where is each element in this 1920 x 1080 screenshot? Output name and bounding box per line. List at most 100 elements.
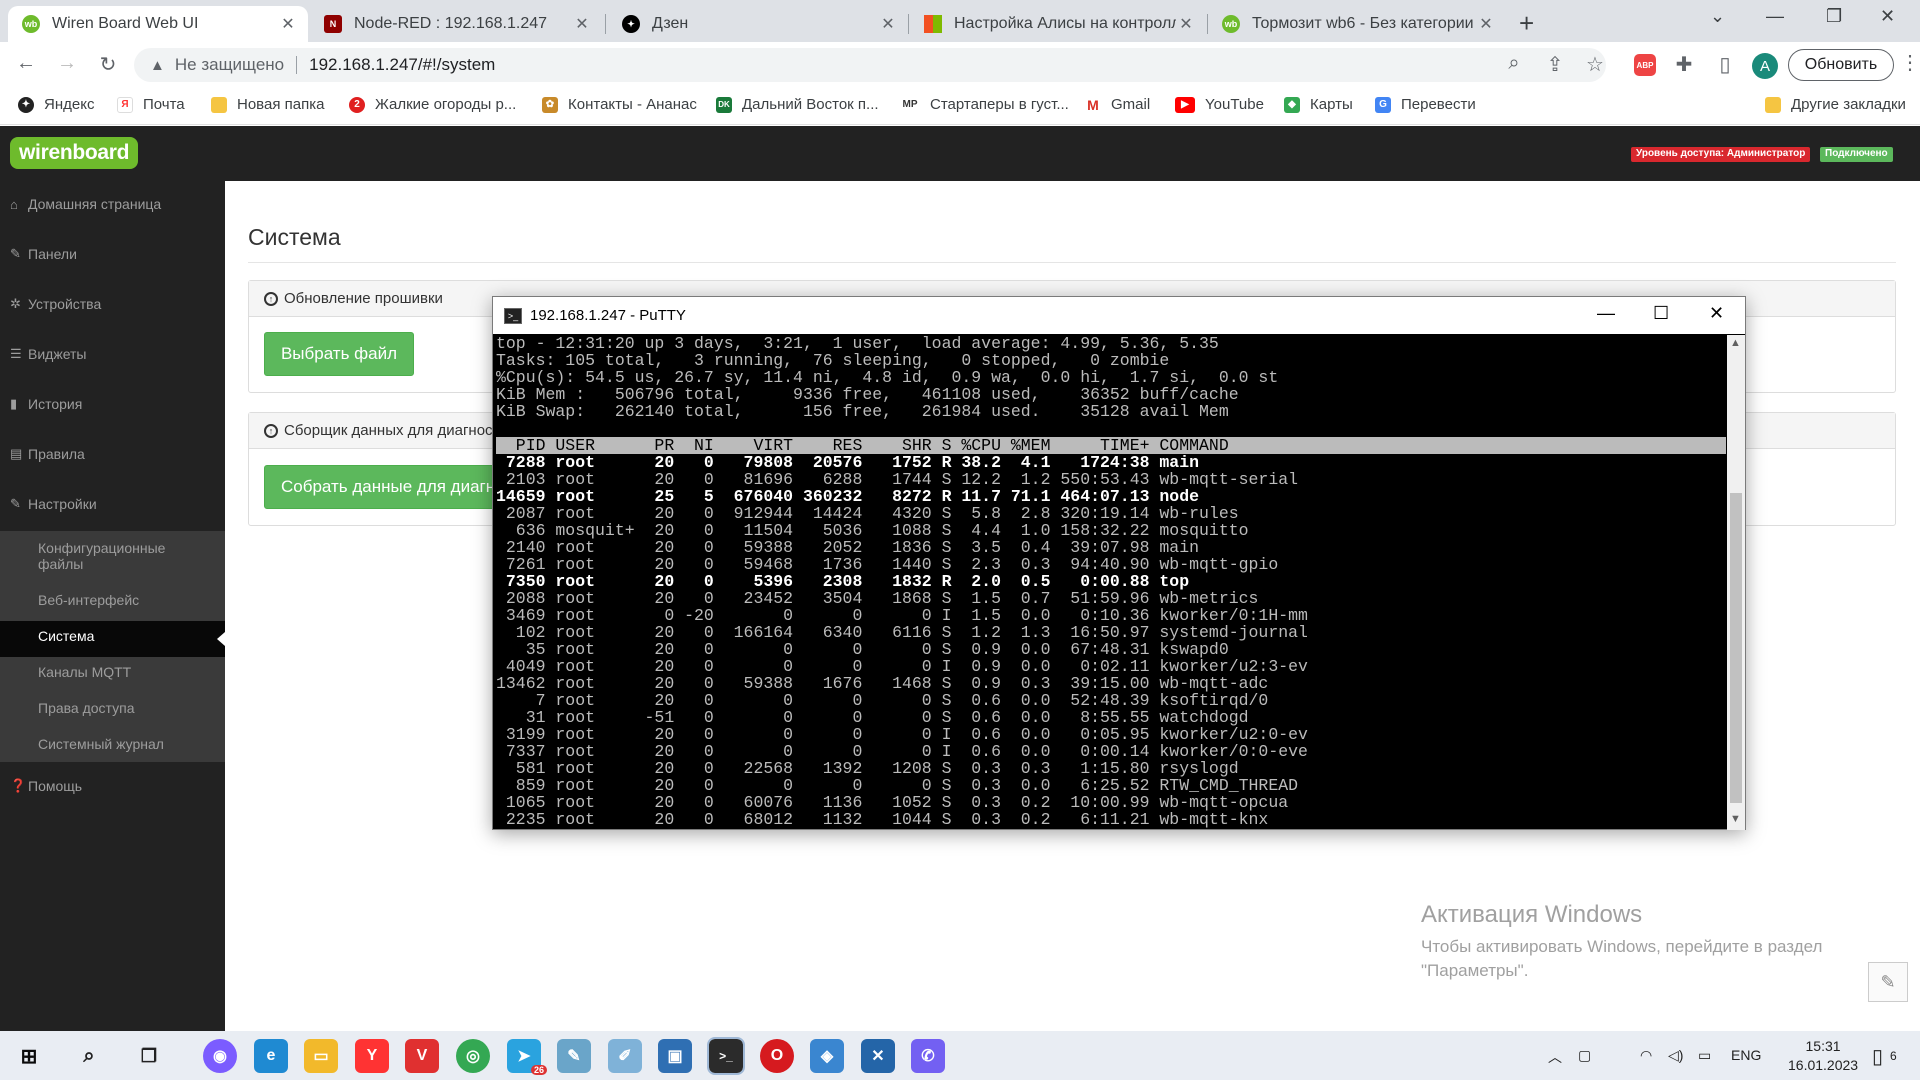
sidebar-item-widgets[interactable]: ☰ Виджеты (10, 346, 87, 362)
choose-file-button[interactable]: Выбрать файл (264, 332, 414, 376)
close-icon[interactable]: ✕ (878, 14, 898, 34)
opera-icon[interactable]: O (760, 1039, 794, 1073)
close-icon[interactable]: ✕ (1476, 14, 1496, 34)
sidebar-item-home[interactable]: ⌂ Домашняя страница (10, 196, 161, 212)
edge-icon[interactable]: e (254, 1039, 288, 1073)
warning-icon[interactable]: ▲ (150, 57, 165, 74)
sidepanel-icon[interactable]: ▯ (1713, 52, 1737, 77)
reload-icon[interactable]: ↻ (96, 52, 120, 77)
notification-count[interactable]: 6 (1890, 1049, 1897, 1063)
bookmark-mail[interactable]: Я Почта (117, 96, 185, 113)
submenu-item-access[interactable]: Права доступа (38, 700, 134, 716)
bookmark-label: Жалкие огороды р... (375, 96, 517, 113)
paint-icon[interactable]: ✐ (608, 1039, 642, 1073)
submenu-item-config-files[interactable]: Конфигурационные файлы (38, 540, 188, 572)
search-icon[interactable]: ⌕ (72, 1039, 106, 1073)
chrome-icon[interactable]: ◎ (456, 1039, 490, 1073)
close-icon[interactable]: ✕ (572, 14, 592, 34)
tab-wb6-slow[interactable]: wb Тормозит wb6 - Без категории ✕ (1208, 6, 1506, 42)
zoom-icon[interactable]: ⌕ (1502, 52, 1526, 75)
maximize-icon[interactable]: ☐ (1653, 303, 1669, 324)
insecure-label[interactable]: Не защищено (175, 55, 284, 75)
bookmark-ananas[interactable]: ✿ Контакты - Ананас (542, 96, 697, 113)
network-icon[interactable]: ◈ (810, 1039, 844, 1073)
bookmark-zhalkie[interactable]: 2 Жалкие огороды р... (349, 96, 516, 113)
star-icon[interactable]: ☆ (1583, 52, 1607, 77)
windows-start-icon[interactable]: ⊞ (12, 1039, 46, 1073)
tab-alice-setup[interactable]: Настройка Алисы на контролле ✕ (910, 6, 1206, 42)
sidebar-item-panels[interactable]: ✎ Панели (10, 246, 77, 262)
tray-network-icon[interactable]: ◠ (1640, 1047, 1652, 1064)
tray-battery-icon[interactable]: ▭ (1698, 1047, 1711, 1064)
sidebar-item-devices[interactable]: ✲ Устройства (10, 296, 101, 312)
close-window-icon[interactable]: ✕ (1880, 6, 1895, 27)
putty-icon[interactable]: >_ (707, 1037, 745, 1075)
alice-icon[interactable]: ◉ (203, 1039, 237, 1073)
putty-titlebar[interactable]: >_ 192.168.1.247 - PuTTY — ☐ ✕ (493, 297, 1745, 334)
bookmark-label: Дальний Восток п... (742, 96, 879, 113)
explorer-icon[interactable]: ▭ (304, 1039, 338, 1073)
vk-icon[interactable]: V (405, 1039, 439, 1073)
scroll-up-icon[interactable]: ▲ (1730, 337, 1741, 349)
viber-icon[interactable]: ✆ (911, 1039, 945, 1073)
minimize-icon[interactable]: — (1597, 303, 1615, 324)
adblock-icon[interactable]: ABP (1634, 54, 1656, 76)
tray-chevron-icon[interactable]: ︿ (1548, 1047, 1562, 1067)
terminal-output[interactable]: top - 12:31:20 up 3 days, 3:21, 1 user, … (494, 335, 1726, 830)
address-bar[interactable]: ▲ Не защищено 192.168.1.247/#!/system (134, 48, 1606, 82)
submenu-item-web-ui[interactable]: Веб-интерфейс (38, 592, 139, 608)
notification-icon[interactable]: ▯ (1872, 1044, 1883, 1069)
update-button[interactable]: Обновить (1788, 49, 1894, 81)
terminal-scrollbar[interactable]: ▲ ▼ (1727, 335, 1745, 830)
minimize-icon[interactable]: — (1766, 6, 1784, 27)
tab-search-icon[interactable]: ⌄ (1710, 6, 1725, 27)
share-icon[interactable]: ⇪ (1543, 52, 1567, 77)
url-text[interactable]: 192.168.1.247/#!/system (309, 55, 495, 75)
extensions-icon[interactable]: ✚ (1672, 52, 1696, 77)
tray-volume-icon[interactable]: ◁) (1668, 1047, 1683, 1064)
bookmark-maps[interactable]: ◆ Карты (1284, 96, 1353, 113)
profile-avatar[interactable]: A (1752, 53, 1778, 79)
back-icon[interactable]: ← (14, 52, 38, 75)
submenu-item-system[interactable]: Система (38, 628, 94, 644)
bookmark-dv[interactable]: DK Дальний Восток п... (716, 96, 879, 113)
bookmark-new-folder[interactable]: Новая папка (211, 96, 324, 113)
sidebar-item-help[interactable]: ❓ Помощь (10, 778, 82, 794)
close-icon[interactable]: ✕ (278, 14, 298, 34)
bookmark-other[interactable]: Другие закладки (1765, 96, 1906, 113)
language-indicator[interactable]: ENG (1731, 1047, 1761, 1063)
bookmark-translate[interactable]: G Перевести (1375, 96, 1476, 113)
bookmark-yandex[interactable]: ✦ Яндекс (18, 96, 94, 113)
telegram-icon[interactable]: ➤ 26 (507, 1039, 547, 1075)
tab-dzen[interactable]: ✦ Дзен ✕ (608, 6, 908, 42)
scroll-down-icon[interactable]: ▼ (1730, 813, 1741, 825)
sidebar-item-history[interactable]: ▮ История (10, 396, 82, 412)
new-tab-button[interactable]: + (1519, 8, 1534, 39)
submenu-item-syslog[interactable]: Системный журнал (38, 736, 164, 752)
submenu-item-mqtt[interactable]: Каналы MQTT (38, 664, 131, 680)
bookmark-gmail[interactable]: M Gmail (1085, 96, 1150, 113)
putty-window[interactable]: >_ 192.168.1.247 - PuTTY — ☐ ✕ top - 12:… (492, 296, 1746, 830)
panel-title: Сборщик данных для диагностики (284, 422, 523, 439)
wirenboard-logo[interactable]: wirenboard (10, 137, 139, 169)
sidebar-item-rules[interactable]: ▤ Правила (10, 446, 85, 462)
sidebar-item-settings[interactable]: ✎ Настройки (10, 496, 97, 512)
forward-icon[interactable]: → (55, 52, 79, 75)
more-menu-icon[interactable]: ⋮ (1900, 50, 1920, 75)
bookmark-startups[interactable]: MP Стартаперы в густ... (900, 96, 1069, 113)
tab-wirenboard[interactable]: wb Wiren Board Web UI ✕ (8, 6, 308, 42)
task-view-icon[interactable]: ❐ (132, 1039, 166, 1073)
tools-icon[interactable]: ✕ (861, 1039, 895, 1073)
restore-icon[interactable]: ❐ (1826, 6, 1842, 27)
bookmark-youtube[interactable]: ▶ YouTube (1175, 96, 1264, 113)
tab-nodered[interactable]: N Node-RED : 192.168.1.247 ✕ (310, 6, 602, 42)
taskbar-clock[interactable]: 15:31 16.01.2023 (1788, 1037, 1858, 1075)
close-window-icon[interactable]: ✕ (1709, 303, 1724, 324)
tray-device-icon[interactable]: ▢ (1578, 1047, 1591, 1064)
rdp-icon[interactable]: ▣ (658, 1039, 692, 1073)
wrench-icon[interactable]: ✎ (1868, 962, 1908, 1002)
yandex-browser-icon[interactable]: Y (355, 1039, 389, 1073)
scrollbar-thumb[interactable] (1730, 493, 1742, 803)
close-icon[interactable]: ✕ (1176, 14, 1196, 34)
notepad-icon[interactable]: ✎ (557, 1039, 591, 1073)
